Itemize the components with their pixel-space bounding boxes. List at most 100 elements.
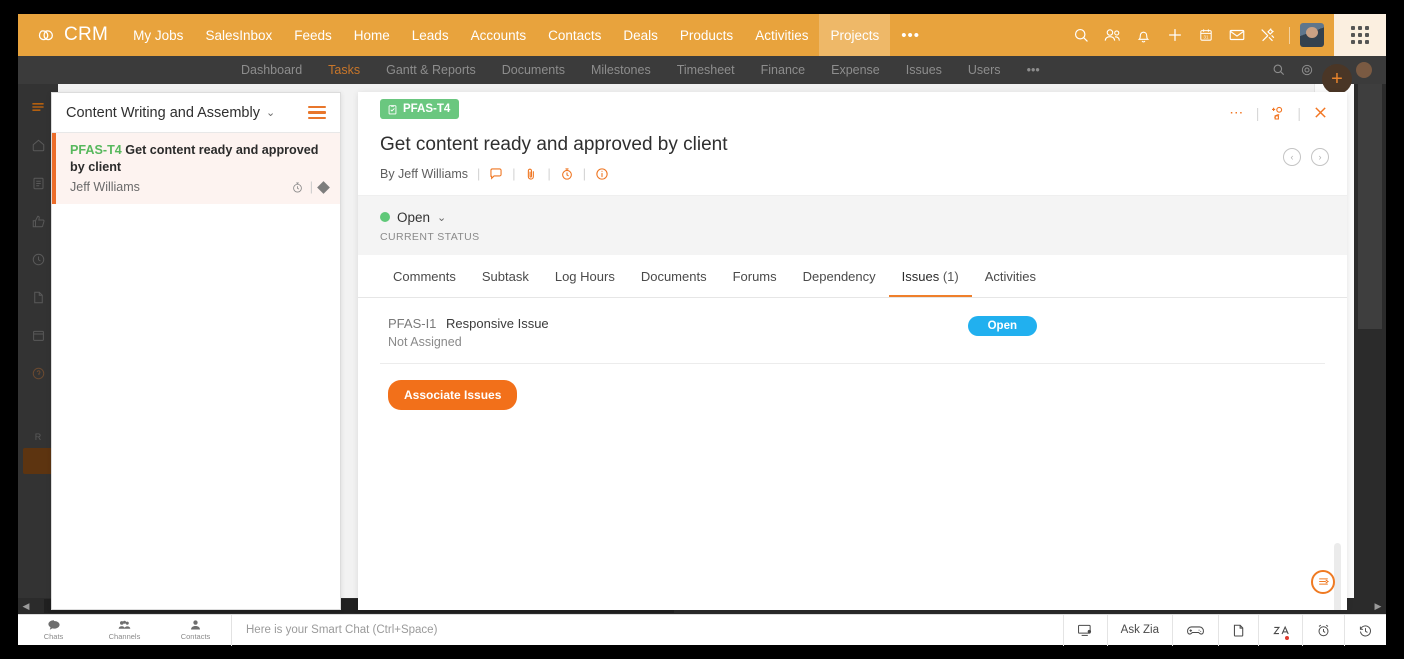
smart-chat-input[interactable]: Here is your Smart Chat (Ctrl+Space) [232,615,1063,646]
tab-forums[interactable]: Forums [720,255,790,297]
ask-zia-button[interactable]: Ask Zia [1106,614,1172,646]
history-button[interactable] [1344,614,1386,646]
vertical-scrollbar-thumb[interactable] [1358,84,1382,329]
chats-button[interactable]: Chats [18,615,89,646]
note-button[interactable] [1218,614,1258,646]
status-label: CURRENT STATUS [380,230,480,243]
notes-panel-button[interactable] [1311,569,1335,594]
tab-activities[interactable]: Activities [972,255,1049,297]
timer-icon[interactable] [560,167,574,181]
prev-record-button[interactable]: ‹ [1283,148,1301,166]
quick-add-button[interactable]: + [1322,64,1352,94]
issue-code: PFAS-I1 [388,315,437,331]
status-row[interactable]: Open ⌄ [380,210,1325,225]
task-list-panel: Content Writing and Assembly ⌄ PFAS-T4 G… [51,92,341,610]
info-icon[interactable] [595,167,609,181]
clipboard-task-icon [387,104,398,115]
task-detail-meta: By Jeff Williams | | | | [380,167,1325,181]
issue-name: Responsive Issue [446,315,549,331]
subnav-milestones[interactable]: Milestones [578,63,664,77]
nav-products[interactable]: Products [669,14,744,56]
panel-scrollbar-thumb[interactable] [1334,542,1341,610]
chevron-down-icon[interactable]: ⌄ [266,106,275,119]
subnav-gantt-reports[interactable]: Gantt & Reports [373,63,489,77]
subnav-avatar[interactable] [1356,62,1372,78]
game-controller-button[interactable] [1172,614,1218,646]
next-record-button[interactable]: › [1311,148,1329,166]
screen-root: CRM My Jobs SalesInbox Feeds Home Leads … [0,0,1404,659]
tab-issues[interactable]: Issues (1) [888,255,972,297]
subnav-documents[interactable]: Documents [489,63,578,77]
chevron-down-icon[interactable]: ⌄ [437,211,446,224]
nav-my-jobs[interactable]: My Jobs [122,14,194,56]
subnav-expense[interactable]: Expense [818,63,893,77]
comment-icon[interactable] [489,167,503,181]
page-title: Get content ready and approved by client [380,133,728,155]
subnav-settings-icon[interactable] [1300,63,1314,77]
nav-deals[interactable]: Deals [612,14,669,56]
plus-icon[interactable] [1159,14,1190,56]
search-icon[interactable] [1066,14,1097,56]
attachment-icon[interactable] [524,167,538,181]
tab-log-hours[interactable]: Log Hours [542,255,628,297]
more-options-icon[interactable]: ⋯ [1229,104,1245,121]
rail-active-item[interactable] [23,448,53,474]
zia-button[interactable] [1258,614,1302,646]
nav-salesinbox[interactable]: SalesInbox [194,14,283,56]
hamburger-menu-icon[interactable] [308,105,326,120]
nav-home[interactable]: Home [343,14,401,56]
nav-more-button[interactable]: ••• [890,14,931,56]
contacts-label: Contacts [180,632,211,641]
bell-icon[interactable] [1128,14,1159,56]
subnav-dashboard[interactable]: Dashboard [228,63,315,77]
avatar[interactable] [1300,23,1324,47]
nav-projects[interactable]: Projects [819,14,891,56]
associate-issues-button[interactable]: Associate Issues [388,379,518,410]
nav-activities[interactable]: Activities [744,14,819,56]
contacts-button[interactable]: Contacts [160,615,231,646]
tab-documents[interactable]: Documents [628,255,720,297]
apps-grid-button[interactable] [1334,14,1386,56]
nav-contacts[interactable]: Contacts [537,14,612,56]
brand-text: CRM [64,24,109,45]
scroll-right-arrow-icon[interactable]: ▶ [1370,601,1386,612]
chat-icon [47,620,60,630]
nav-feeds[interactable]: Feeds [283,14,343,56]
subnav-tasks[interactable]: Tasks [315,63,373,77]
nav-leads[interactable]: Leads [401,14,460,56]
divider: | [1297,104,1301,121]
screen-share-button[interactable] [1062,614,1107,646]
list-item[interactable]: PFAS-T4 Get content ready and approved b… [52,133,340,204]
task-list-item-title-row: PFAS-T4 Get content ready and approved b… [70,142,328,176]
calendar-icon[interactable]: 31 [1190,14,1221,56]
timer-icon[interactable] [291,181,304,194]
close-icon[interactable] [1312,104,1329,121]
table-row[interactable]: PFAS-I1 Responsive Issue Not Assigned Op… [380,298,1325,364]
users-icon[interactable] [1097,14,1128,56]
tools-icon[interactable] [1252,14,1283,56]
tab-dependency[interactable]: Dependency [790,255,889,297]
subnav-timesheet[interactable]: Timesheet [664,63,748,77]
notification-dot [1285,635,1289,640]
subnav-users[interactable]: Users [955,63,1014,77]
subnav-more-button[interactable]: ••• [1014,63,1053,77]
task-list-item-icons: | [291,180,330,194]
task-list-item-meta: Jeff Williams | [70,180,330,194]
alarm-clock-button[interactable] [1302,614,1344,646]
subnav-search-icon[interactable] [1272,63,1286,77]
subnav-issues[interactable]: Issues [893,63,955,77]
tab-comments[interactable]: Comments [380,255,469,297]
subnav-finance[interactable]: Finance [748,63,818,77]
add-user-icon[interactable] [1270,105,1286,121]
brand[interactable]: CRM [18,24,122,46]
nav-accounts[interactable]: Accounts [460,14,538,56]
issue-title-row: PFAS-I1 Responsive Issue [388,316,549,331]
envelope-icon[interactable] [1221,14,1252,56]
task-badge-code: PFAS-T4 [403,103,451,115]
tab-subtask[interactable]: Subtask [469,255,542,297]
chat-bar-right-buttons: Ask Zia [1062,614,1386,646]
channels-button[interactable]: Channels [89,615,160,646]
priority-diamond-icon[interactable] [317,180,330,194]
scroll-left-arrow-icon[interactable]: ◀ [18,601,34,612]
vertical-scrollbar[interactable]: ▼ [1354,84,1386,614]
